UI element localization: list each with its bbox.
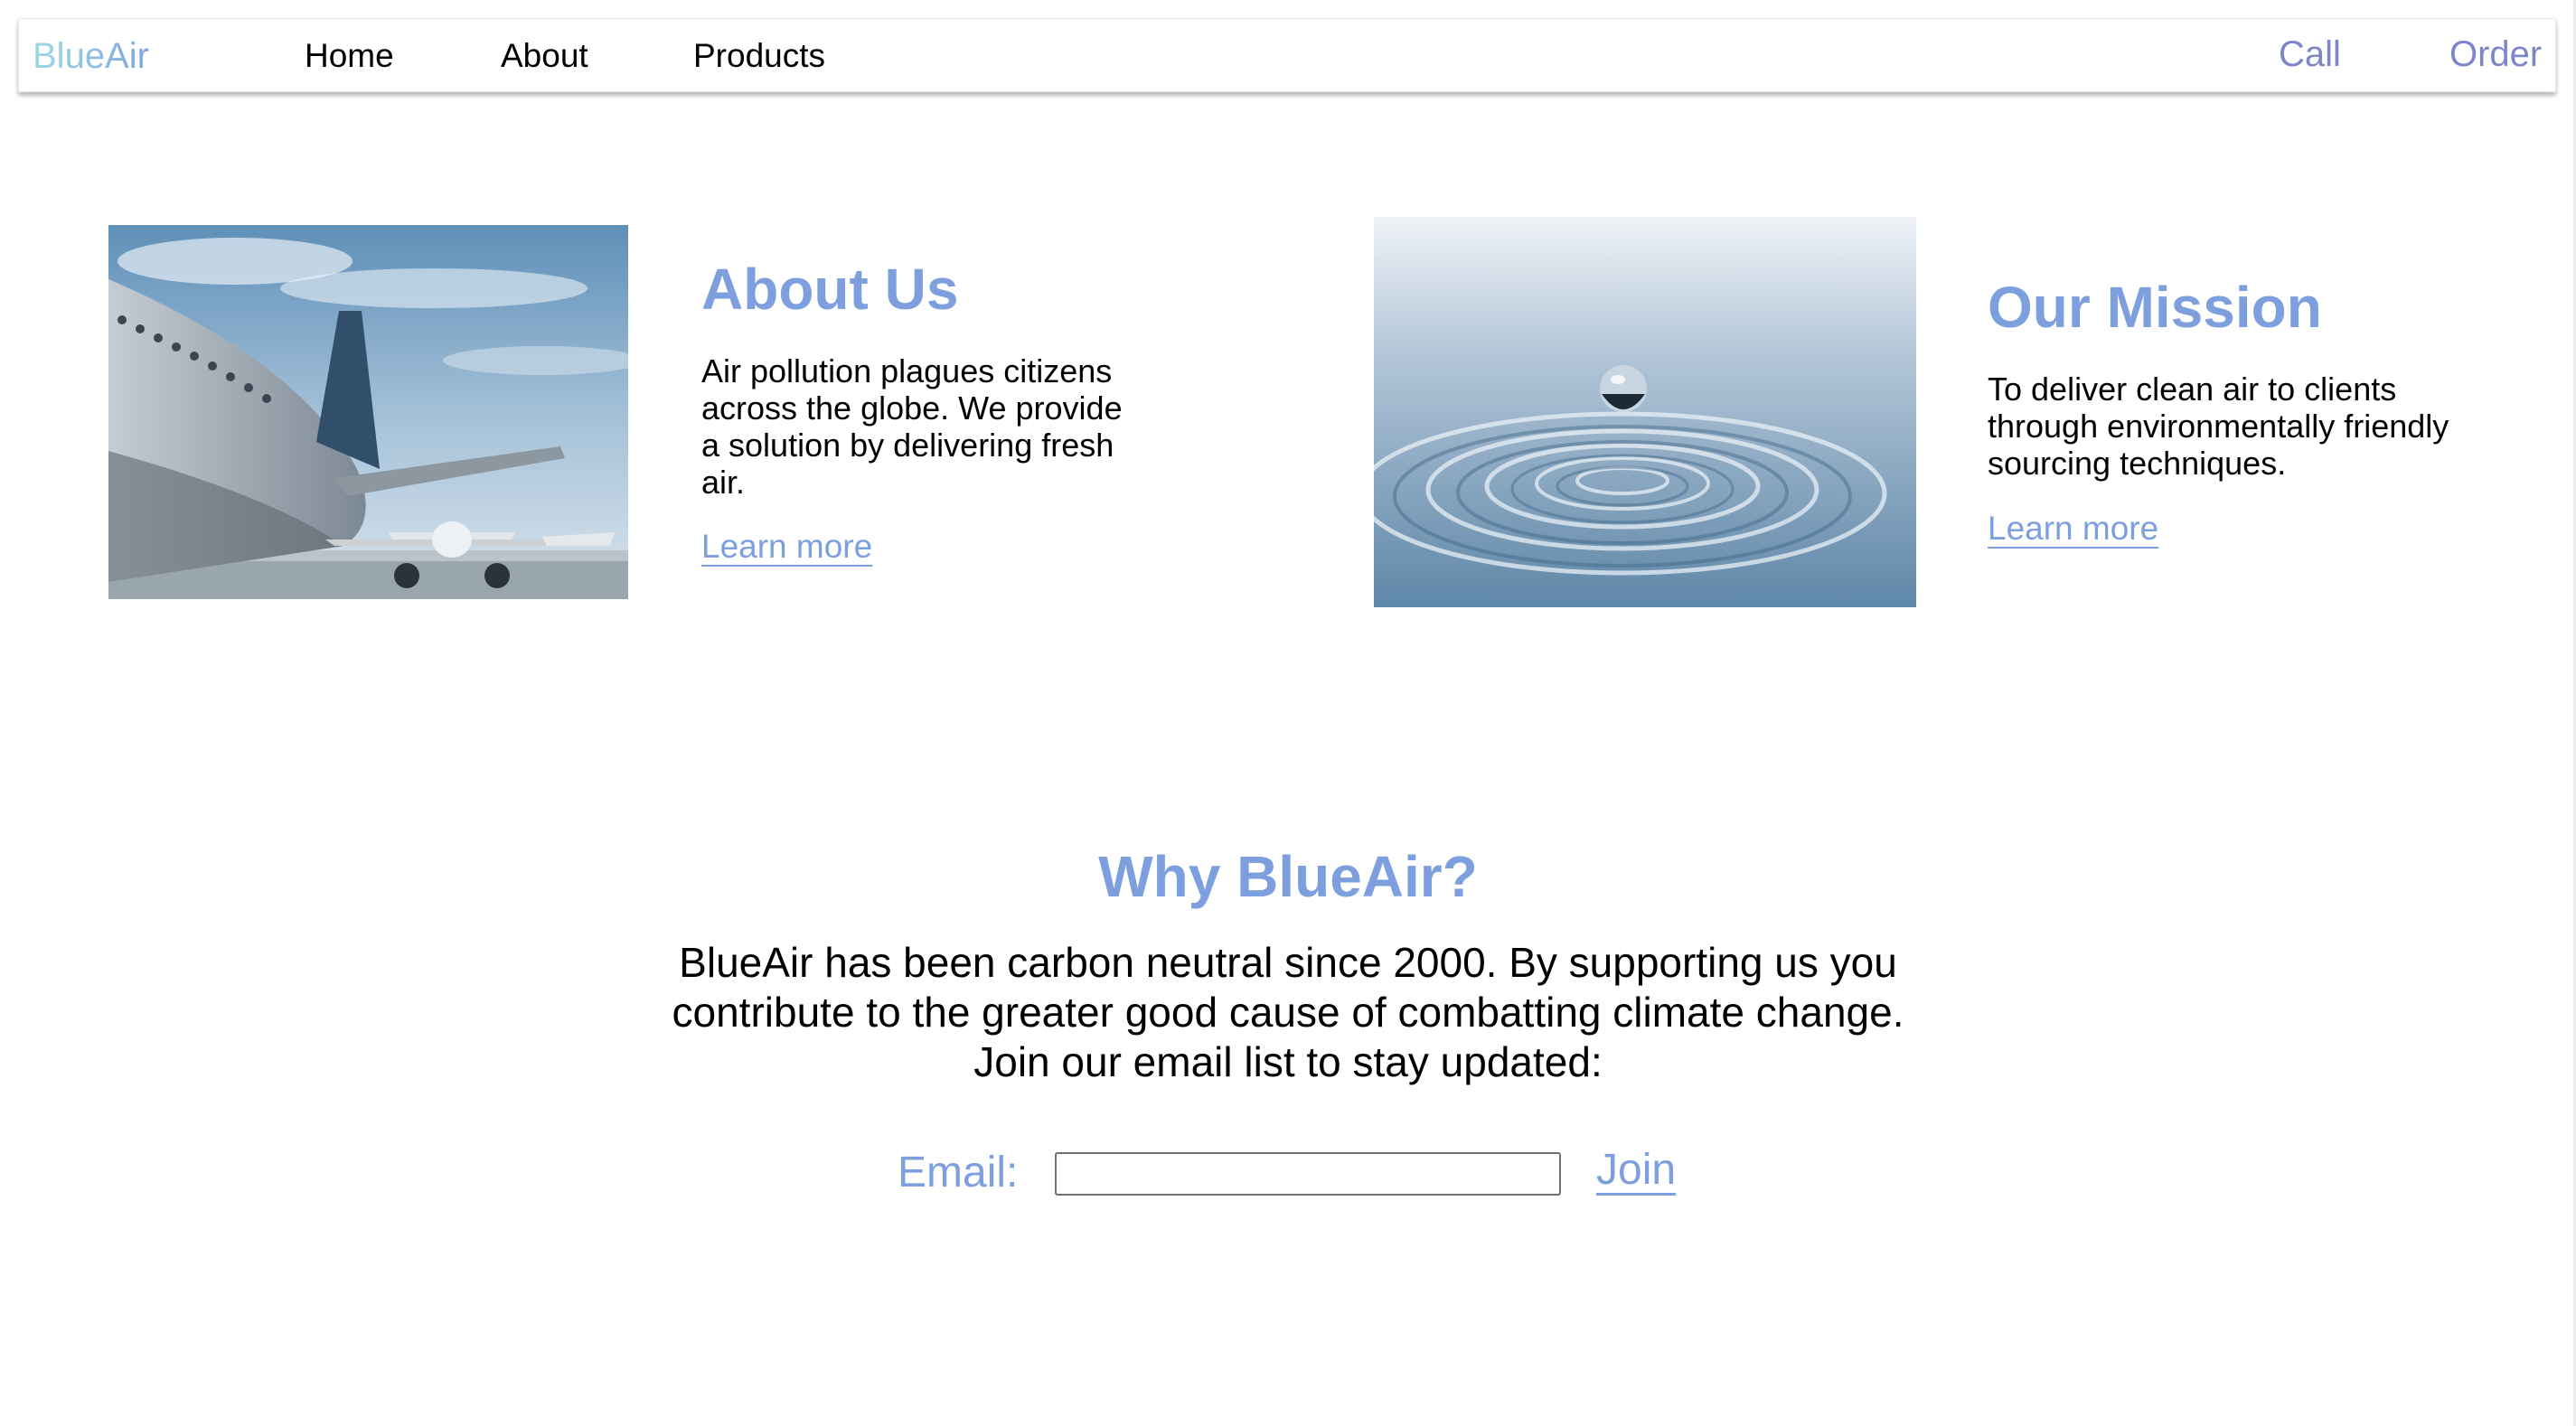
why-blueair-heading: Why BlueAir?: [1098, 844, 1478, 909]
our-mission-text: To deliver clean air to clients through …: [1988, 371, 2449, 482]
nav-link-products[interactable]: Products: [693, 36, 825, 76]
join-button[interactable]: Join: [1596, 1145, 1676, 1196]
about-us-heading: About Us: [701, 257, 959, 322]
nav-link-order[interactable]: Order: [2449, 34, 2542, 74]
email-label: Email:: [898, 1149, 1019, 1196]
brand-logo[interactable]: BlueAir: [33, 36, 149, 76]
our-mission-learn-more-link[interactable]: Learn more: [1988, 509, 2158, 549]
nav-link-call[interactable]: Call: [2279, 34, 2341, 74]
airplane-photo: [108, 225, 628, 599]
our-mission-heading: Our Mission: [1988, 275, 2322, 340]
page-root: BlueAir Home About Products Call Order A…: [0, 0, 2576, 1426]
about-us-text: Air pollution plagues citizens across th…: [701, 352, 1123, 501]
about-us-learn-more-link[interactable]: Learn more: [701, 527, 872, 567]
water-drop-photo: [1374, 217, 1916, 607]
nav-link-home[interactable]: Home: [305, 36, 394, 76]
nav-link-about[interactable]: About: [501, 36, 588, 76]
top-navbar: BlueAir Home About Products Call Order: [18, 18, 2556, 92]
email-input[interactable]: [1055, 1152, 1561, 1196]
why-blueair-text: BlueAir has been carbon neutral since 20…: [672, 939, 1904, 1085]
